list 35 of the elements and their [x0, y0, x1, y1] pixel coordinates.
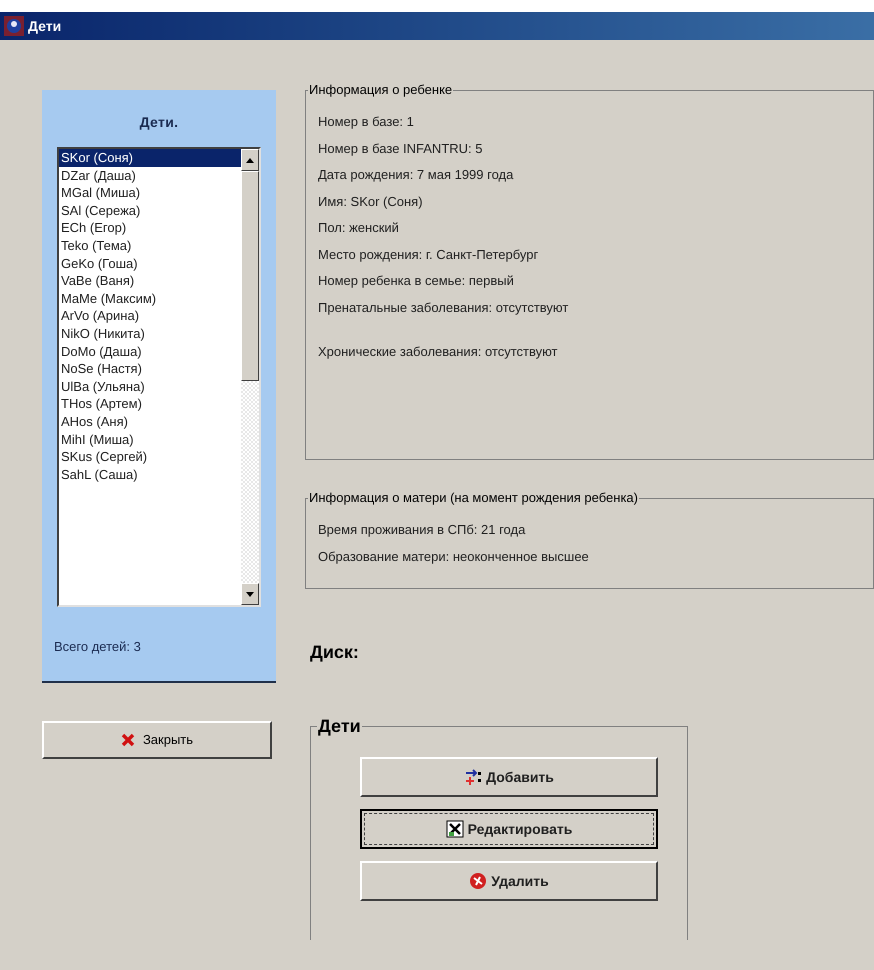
list-item[interactable]: DZar (Даша)	[59, 166, 241, 184]
action-button[interactable]: Удалить	[360, 861, 658, 901]
action-button[interactable]: Добавить	[360, 757, 658, 797]
children-list[interactable]	[57, 147, 261, 607]
info-line: Образование матери: неоконченное высшее	[318, 548, 590, 566]
info-line: Номер в базе INFANTRU: 5	[318, 140, 484, 158]
info-line: Пренатальные заболевания: отсутствуют	[318, 298, 570, 317]
list-item[interactable]: SKor (Соня)	[59, 149, 241, 167]
close-button[interactable]: Закрыть	[42, 721, 272, 759]
info-line: Номер ребенка в семье: первый	[318, 272, 515, 290]
add-icon	[464, 768, 482, 786]
info-line: Дата рождения: 7 мая 1999 года	[318, 166, 514, 184]
info-line: Время проживания в СПб: 21 года	[318, 521, 526, 539]
scroll-down-button[interactable]	[241, 583, 259, 605]
delete-icon	[469, 872, 488, 890]
window-title: Дети	[28, 16, 62, 36]
down-arrow-icon	[246, 592, 254, 596]
info-line: Место рождения: г. Санкт-Петербург	[318, 246, 540, 264]
info-line: Имя: SKor (Соня)	[318, 192, 424, 211]
group-title: Информация о матери (на момент рождения ребенка)	[308, 490, 639, 506]
up-arrow-icon	[246, 158, 254, 162]
scroll-thumb[interactable]	[241, 171, 259, 381]
window-icon	[4, 16, 24, 36]
close-icon	[120, 733, 135, 747]
info-line: Хронические заболевания: отсутствуют	[318, 343, 559, 361]
edit-icon	[446, 820, 464, 838]
info-line: Номер в базе: 1	[318, 113, 415, 131]
action-button[interactable]: Редактировать	[360, 809, 658, 849]
group-title: Информация о ребенке	[308, 82, 454, 98]
info-line: Пол: женский	[318, 219, 400, 237]
scroll-up-button[interactable]	[241, 149, 259, 171]
panel-title: Дети.	[140, 113, 178, 132]
disk-label: Диск:	[310, 641, 360, 664]
total-count: Всего детей: 3	[54, 638, 141, 656]
scrollbar[interactable]	[241, 149, 259, 605]
